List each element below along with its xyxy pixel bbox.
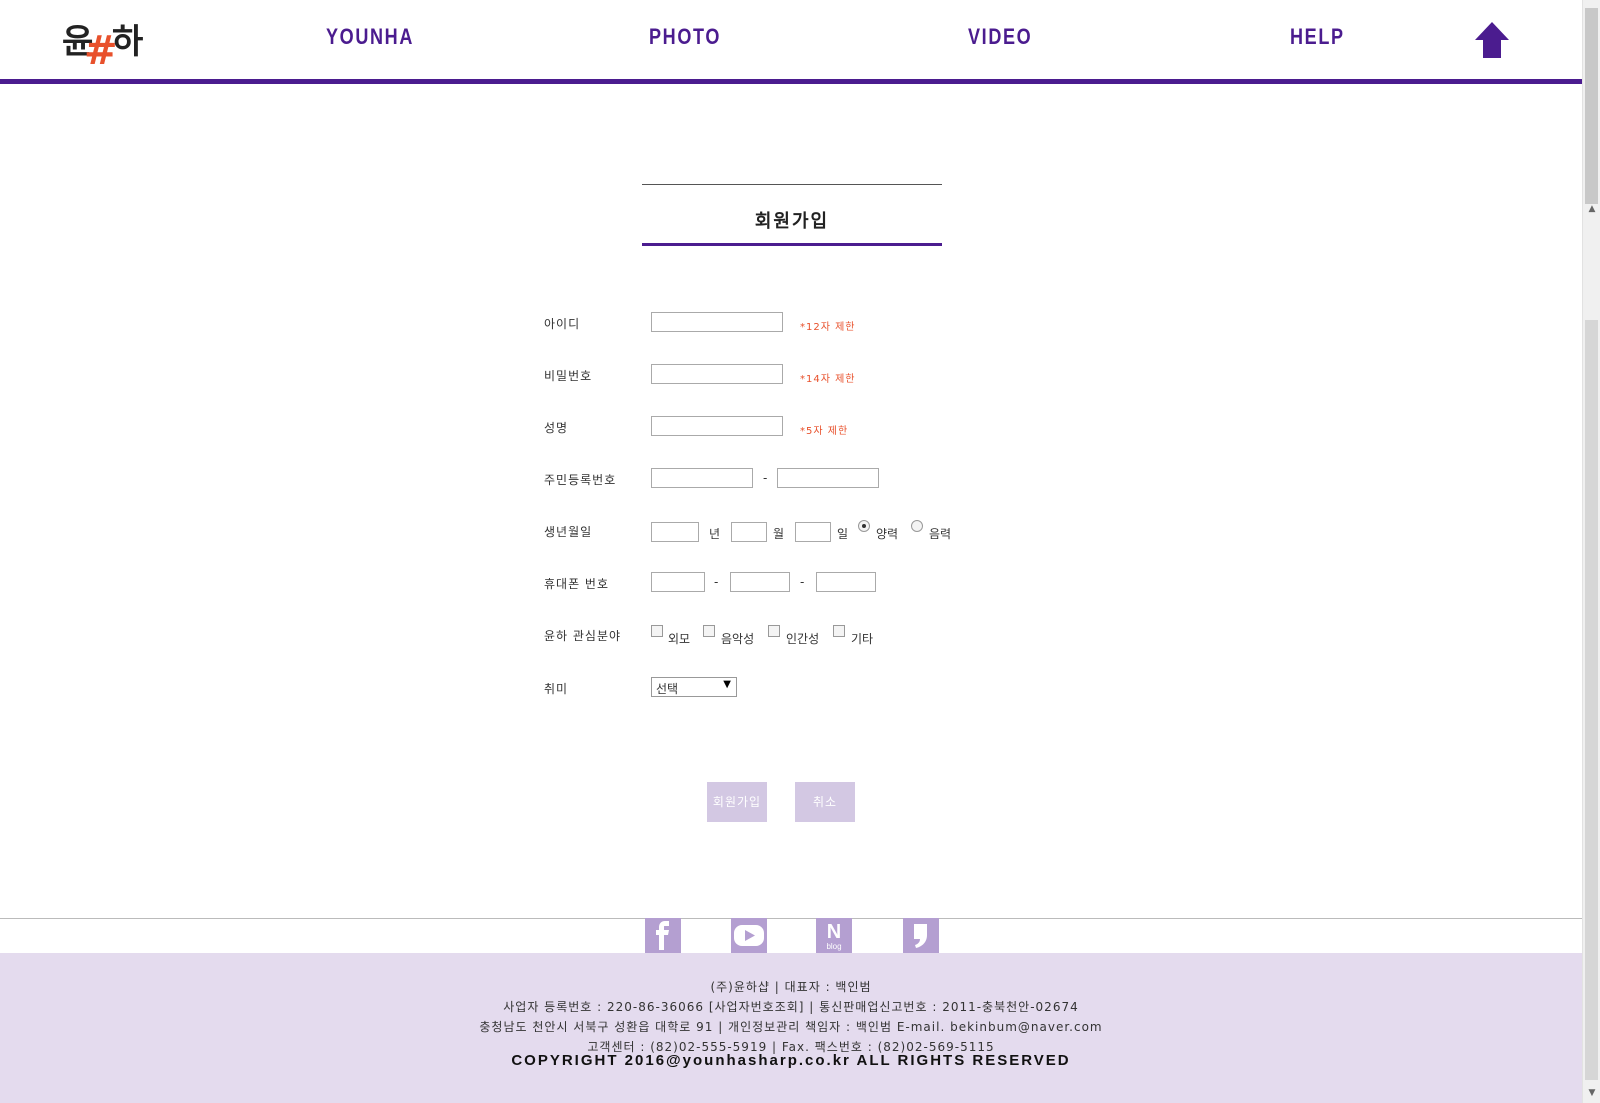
interest-other-label: 기타	[851, 632, 874, 646]
rrn-front-input[interactable]	[651, 468, 753, 488]
hobby-label: 취미	[544, 682, 569, 696]
id-hint: *12자 제한	[800, 322, 856, 333]
phone-part2-input[interactable]	[730, 572, 790, 592]
hobby-select-value: 선택	[656, 682, 679, 696]
rrn-back-input[interactable]	[777, 468, 879, 488]
scroll-track[interactable]	[1585, 320, 1598, 1080]
footer-divider	[0, 918, 1582, 919]
site-header: 윤 # 하 YOUNHA PHOTO VIDEO HELP	[0, 0, 1582, 84]
solar-label: 양력	[876, 527, 899, 541]
svg-text:blog: blog	[826, 942, 841, 951]
interest-looks-checkbox[interactable]	[651, 625, 663, 637]
interest-music-label: 음악성	[721, 632, 755, 646]
interest-personality-label: 인간성	[786, 632, 820, 646]
scroll-up-icon[interactable]: ▲	[1587, 204, 1597, 214]
interest-music-checkbox[interactable]	[703, 625, 715, 637]
id-label: 아이디	[544, 317, 581, 331]
solar-radio[interactable]	[858, 520, 870, 532]
phone-label: 휴대폰 번호	[544, 577, 610, 591]
name-hint: *5자 제한	[800, 426, 849, 437]
site-logo[interactable]: 윤 # 하	[60, 12, 150, 74]
interest-looks-label: 외모	[668, 632, 691, 646]
nav-help[interactable]: HELP	[1290, 24, 1345, 50]
birth-year-unit: 년	[709, 527, 721, 541]
password-label: 비밀번호	[544, 369, 593, 383]
interest-label: 윤하 관심분야	[544, 629, 622, 643]
nav-younha[interactable]: YOUNHA	[326, 24, 414, 50]
rrn-separator: -	[763, 471, 768, 485]
phone-separator-1: -	[714, 575, 719, 589]
scroll-thumb[interactable]	[1585, 8, 1598, 204]
password-input[interactable]	[651, 364, 783, 384]
kakao-story-icon[interactable]	[903, 918, 939, 953]
birth-year-input[interactable]	[651, 522, 699, 542]
page-title: 회원가입	[754, 211, 830, 232]
footer-copyright: COPYRIGHT 2016@younhasharp.co.kr ALL RIG…	[511, 1052, 1071, 1069]
home-icon[interactable]	[1475, 22, 1509, 58]
svg-text:N: N	[827, 921, 841, 943]
birth-day-input[interactable]	[795, 522, 831, 542]
password-hint: *14자 제한	[800, 374, 856, 385]
chevron-down-icon: ▼	[723, 679, 731, 690]
birth-month-unit: 월	[773, 527, 785, 541]
name-input[interactable]	[651, 416, 783, 436]
footer-address: 충청남도 천안시 서북구 성환읍 대학로 91 | 개인정보관리 책임자 : 백…	[479, 1020, 1103, 1034]
birth-day-unit: 일	[837, 527, 849, 541]
nav-video[interactable]: VIDEO	[968, 24, 1032, 50]
interest-personality-checkbox[interactable]	[768, 625, 780, 637]
naver-blog-icon[interactable]: Nblog	[816, 918, 852, 953]
lunar-radio[interactable]	[911, 520, 923, 532]
name-label: 성명	[544, 421, 569, 435]
youtube-icon[interactable]	[731, 918, 767, 953]
birth-label: 생년월일	[544, 525, 593, 539]
hobby-select[interactable]: 선택 ▼	[651, 677, 737, 697]
phone-part3-input[interactable]	[816, 572, 876, 592]
lunar-label: 음력	[929, 527, 952, 541]
phone-separator-2: -	[800, 575, 805, 589]
interest-other-checkbox[interactable]	[833, 625, 845, 637]
rrn-label: 주민등록번호	[544, 473, 617, 487]
footer-company: (주)윤하샵 | 대표자 : 백인범	[710, 980, 872, 994]
logo-text-2: 하	[112, 22, 144, 62]
page-title-box: 회원가입	[642, 184, 942, 246]
scroll-down-icon[interactable]: ▼	[1587, 1088, 1597, 1098]
nav-photo[interactable]: PHOTO	[649, 24, 721, 50]
id-input[interactable]	[651, 312, 783, 332]
scrollbar[interactable]: ▲ ▼	[1582, 0, 1600, 1103]
footer-business-info: 사업자 등록번호 : 220-86-36066 [사업자번호조회] | 통신판매…	[503, 1000, 1079, 1014]
submit-button[interactable]: 회원가입	[707, 782, 767, 822]
facebook-icon[interactable]	[645, 918, 681, 953]
phone-part1-input[interactable]	[651, 572, 705, 592]
cancel-button[interactable]: 취소	[795, 782, 855, 822]
birth-month-input[interactable]	[731, 522, 767, 542]
